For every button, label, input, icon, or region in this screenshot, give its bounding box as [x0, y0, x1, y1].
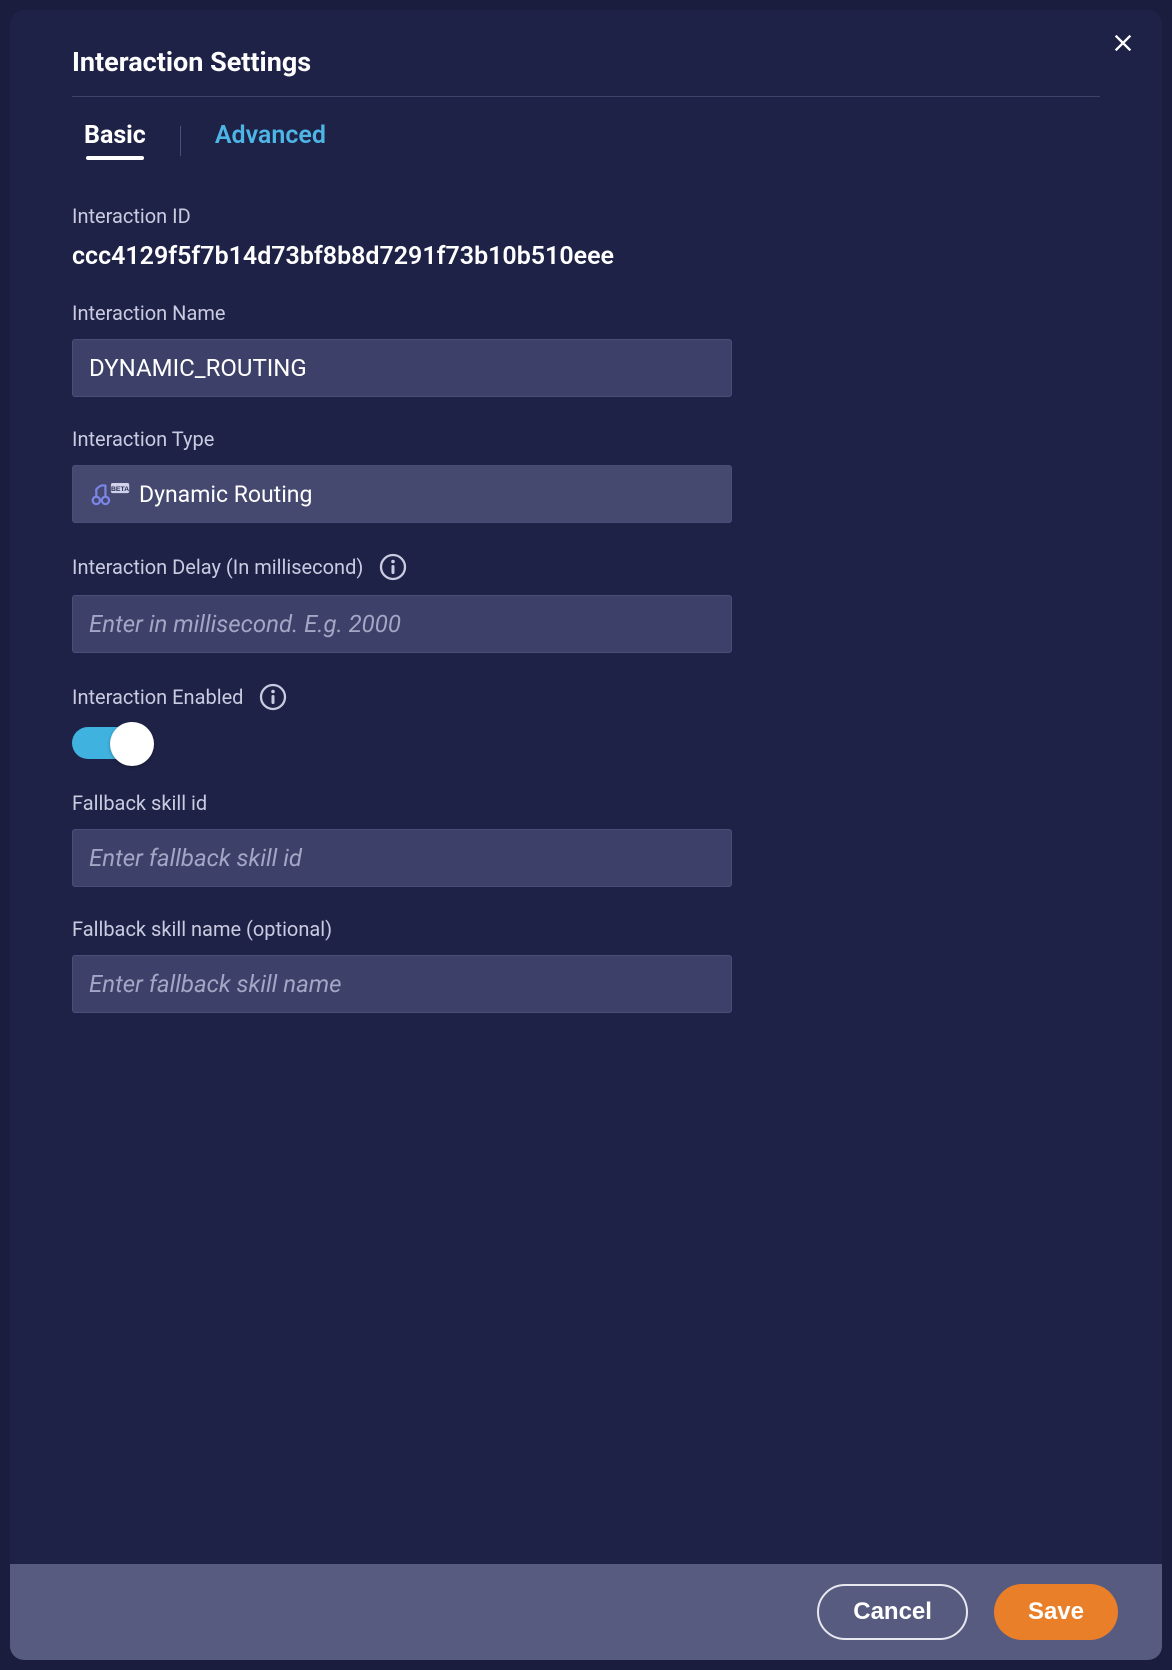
tab-separator	[180, 126, 181, 156]
interaction-delay-input[interactable]	[72, 595, 732, 653]
interaction-settings-modal: Interaction Settings Basic Advanced Inte…	[10, 10, 1162, 1660]
interaction-enabled-label: Interaction Enabled	[72, 685, 243, 709]
fallback-skill-name-label: Fallback skill name (optional)	[72, 917, 732, 941]
tab-basic[interactable]: Basic	[84, 121, 146, 160]
close-icon	[1112, 32, 1134, 58]
tabs: Basic Advanced	[72, 121, 1100, 160]
modal-footer: Cancel Save	[10, 1564, 1162, 1660]
close-button[interactable]	[1106, 28, 1140, 62]
interaction-name-label: Interaction Name	[72, 301, 732, 325]
field-fallback-skill-name: Fallback skill name (optional)	[72, 917, 732, 1013]
interaction-name-input[interactable]	[72, 339, 732, 397]
save-button[interactable]: Save	[994, 1584, 1118, 1640]
interaction-delay-label: Interaction Delay (In millisecond)	[72, 555, 363, 579]
tab-advanced[interactable]: Advanced	[215, 121, 326, 160]
interaction-type-label: Interaction Type	[72, 427, 732, 451]
interaction-id-label: Interaction ID	[72, 204, 732, 228]
routing-icon: BETA	[89, 479, 131, 509]
interaction-type-value: Dynamic Routing	[139, 481, 312, 508]
field-interaction-enabled: Interaction Enabled	[72, 683, 732, 761]
page-title: Interaction Settings	[72, 46, 1100, 97]
field-fallback-skill-id: Fallback skill id	[72, 791, 732, 887]
interaction-id-value: ccc4129f5f7b14d73bf8b8d7291f73b10b510eee	[72, 242, 732, 271]
fallback-skill-name-input[interactable]	[72, 955, 732, 1013]
info-icon[interactable]	[379, 553, 407, 581]
field-interaction-name: Interaction Name	[72, 301, 732, 397]
beta-badge: BETA	[111, 486, 129, 493]
interaction-enabled-toggle[interactable]	[72, 725, 154, 761]
interaction-type-select[interactable]: BETA Dynamic Routing	[72, 465, 732, 523]
toggle-thumb	[110, 722, 154, 766]
fallback-skill-id-label: Fallback skill id	[72, 791, 732, 815]
fallback-skill-id-input[interactable]	[72, 829, 732, 887]
field-interaction-type: Interaction Type BETA	[72, 427, 732, 523]
basic-form: Interaction ID ccc4129f5f7b14d73bf8b8d72…	[72, 204, 732, 1013]
info-icon[interactable]	[259, 683, 287, 711]
cancel-button[interactable]: Cancel	[817, 1584, 968, 1640]
field-interaction-id: Interaction ID ccc4129f5f7b14d73bf8b8d72…	[72, 204, 732, 271]
field-interaction-delay: Interaction Delay (In millisecond)	[72, 553, 732, 653]
